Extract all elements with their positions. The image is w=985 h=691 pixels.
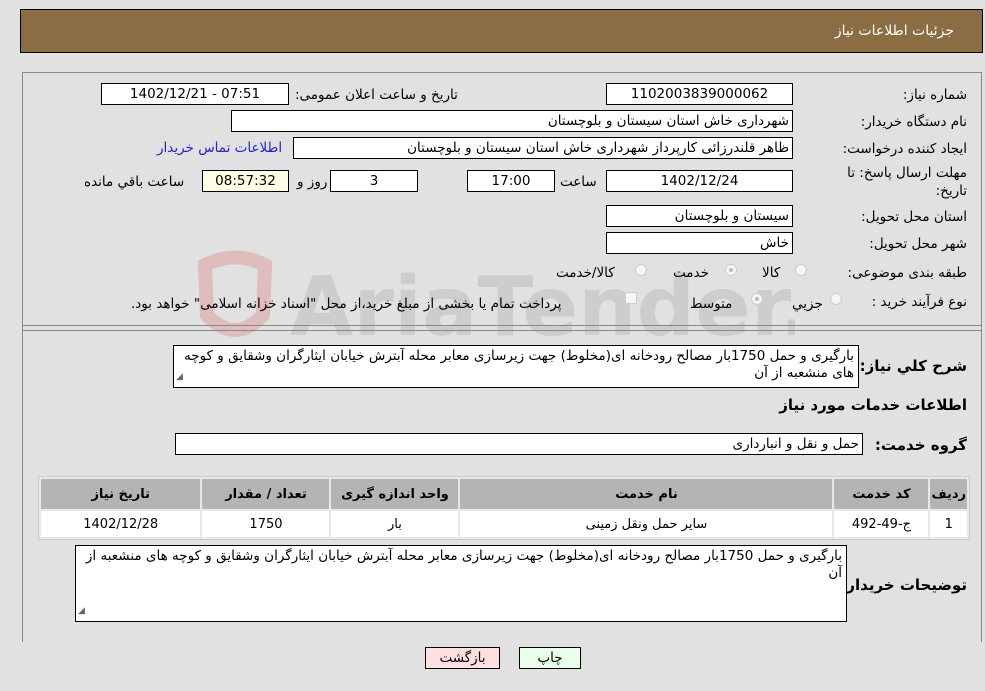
- treasury-checkbox[interactable]: [625, 292, 637, 304]
- print-button[interactable]: چاپ: [519, 647, 581, 669]
- days-label: روز و: [297, 174, 328, 190]
- description-field[interactable]: بارگیری و حمل 1750بار مصالح رودخانه ای(م…: [173, 345, 859, 388]
- category-option-goods: کالا: [762, 265, 781, 281]
- category-radio-goods-service[interactable]: [635, 264, 647, 276]
- page-header: جزئیات اطلاعات نیاز: [20, 9, 983, 53]
- deadline-label: مهلت ارسال پاسخ: تا: [847, 165, 967, 181]
- cell-service-code: ج-49-492: [834, 511, 929, 537]
- category-option-goods-service: کالا/خدمت: [556, 265, 615, 281]
- col-service-code: کد خدمت: [834, 479, 929, 509]
- services-section-title: اطلاعات خدمات مورد نیاز: [779, 396, 967, 414]
- cell-service-name: سایر حمل ونقل زمینی: [460, 511, 833, 537]
- process-radio-medium[interactable]: [751, 293, 763, 305]
- province-field: سیستان و بلوچستان: [606, 205, 793, 227]
- days-remaining-field: 3: [330, 170, 418, 192]
- announce-label: تاریخ و ساعت اعلان عمومی:: [295, 87, 458, 103]
- announce-datetime-field: 1402/12/21 - 07:51: [101, 83, 289, 105]
- city-field: خاش: [606, 232, 793, 254]
- cell-need-date: 1402/12/28: [41, 511, 201, 537]
- back-button[interactable]: بازگشت: [425, 647, 500, 669]
- treasury-note: پرداخت تمام یا بخشی از مبلغ خرید،از محل …: [131, 296, 562, 312]
- category-option-service: خدمت: [673, 265, 709, 281]
- col-service-name: نام خدمت: [460, 479, 833, 509]
- deadline-date-field: 1402/12/24: [606, 170, 793, 192]
- buyer-org-field: شهرداری خاش استان سیستان و بلوچستان: [231, 110, 793, 132]
- remaining-label: ساعت باقي مانده: [84, 174, 185, 190]
- buyer-notes-text: بارگیری و حمل 1750بار مصالح رودخانه ای(م…: [85, 548, 842, 581]
- remaining-time-field: 08:57:32: [202, 170, 289, 192]
- col-quantity: تعداد / مقدار: [202, 479, 330, 509]
- cell-quantity: 1750: [202, 511, 330, 537]
- process-option-minor: جزيي: [792, 296, 823, 312]
- services-table: ردیف کد خدمت نام خدمت واحد اندازه گیری ت…: [38, 476, 970, 540]
- process-label: نوع فرآیند خرید :: [871, 294, 967, 310]
- process-radio-minor[interactable]: [830, 293, 842, 305]
- col-row-number: ردیف: [930, 479, 967, 509]
- cell-row-number: 1: [930, 511, 967, 537]
- process-option-medium: متوسط: [690, 296, 733, 312]
- cell-unit: بار: [331, 511, 459, 537]
- buyer-org-label: نام دستگاه خریدار:: [860, 114, 967, 130]
- buyer-notes-field[interactable]: بارگیری و حمل 1750بار مصالح رودخانه ای(م…: [75, 545, 847, 622]
- table-header-row: ردیف کد خدمت نام خدمت واحد اندازه گیری ت…: [41, 479, 967, 509]
- deadline-label-2: تاریخ:: [935, 183, 967, 199]
- city-label: شهر محل تحویل:: [869, 236, 967, 252]
- category-radio-service[interactable]: [725, 264, 737, 276]
- divider: [22, 325, 982, 326]
- deadline-time-field: 17:00: [467, 170, 555, 192]
- divider: [22, 330, 982, 331]
- buyer-contact-link[interactable]: اطلاعات تماس خریدار: [157, 140, 282, 156]
- resize-grip-icon[interactable]: ◢: [78, 603, 85, 620]
- creator-label: ایجاد کننده درخواست:: [842, 141, 967, 157]
- creator-field: ظاهر قلندرزائی کارپرداز شهرداری خاش استا…: [293, 137, 793, 159]
- service-group-label: گروه خدمت:: [874, 436, 967, 454]
- province-label: استان محل تحویل:: [861, 209, 967, 225]
- page-title: جزئیات اطلاعات نیاز: [834, 23, 954, 39]
- resize-grip-icon[interactable]: ◢: [176, 369, 183, 386]
- need-number-label: شماره نیاز:: [902, 87, 967, 103]
- description-text: بارگیری و حمل 1750بار مصالح رودخانه ای(م…: [184, 348, 854, 381]
- need-number-field: 1102003839000062: [606, 83, 793, 105]
- col-unit: واحد اندازه گیری: [331, 479, 459, 509]
- category-label: طبقه بندی موضوعی:: [847, 265, 967, 281]
- category-radio-goods[interactable]: [795, 264, 807, 276]
- description-label: شرح کلي نياز:: [859, 357, 967, 375]
- buyer-notes-label: توضیحات خریدار:: [840, 576, 967, 594]
- table-row: 1 ج-49-492 سایر حمل ونقل زمینی بار 1750 …: [41, 511, 967, 537]
- col-need-date: تاریخ نیاز: [41, 479, 201, 509]
- time-label: ساعت: [560, 174, 597, 190]
- service-group-field: حمل و نقل و انبارداری: [175, 433, 863, 455]
